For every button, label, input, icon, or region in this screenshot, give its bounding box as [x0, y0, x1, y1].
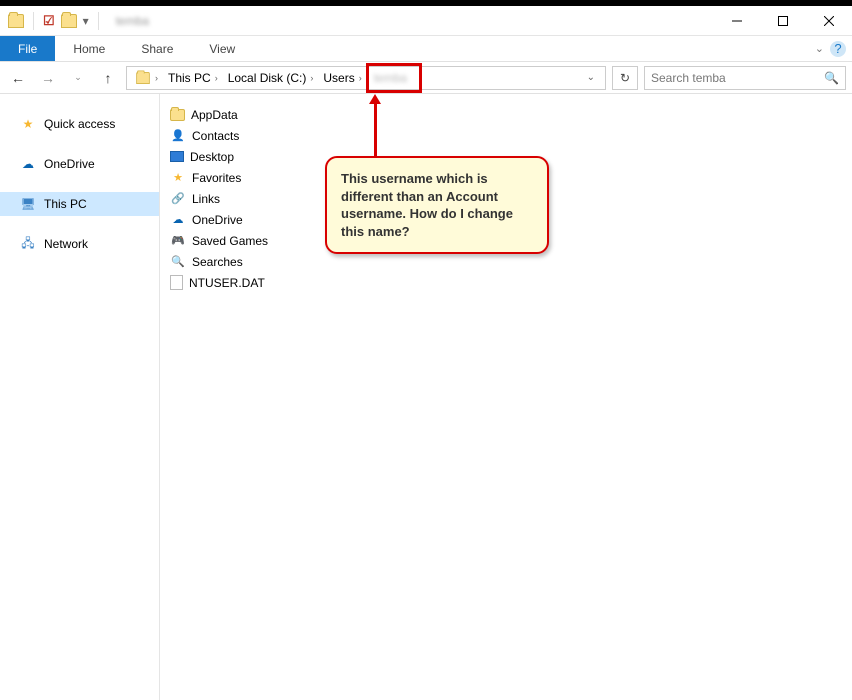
window-controls — [714, 6, 852, 36]
qat-dropdown-icon[interactable]: ▾ — [83, 14, 89, 28]
sidebar-item-label: Quick access — [44, 117, 115, 131]
sidebar-item-label: This PC — [44, 197, 87, 211]
file-item[interactable]: 🔍 Searches — [166, 251, 846, 272]
app-icon — [8, 14, 24, 28]
address-bar[interactable]: › This PC› Local Disk (C:)› Users› temba… — [126, 66, 606, 90]
file-name: AppData — [191, 108, 238, 122]
contacts-icon: 👤 — [170, 128, 186, 144]
sidebar-item-onedrive[interactable]: ☁ OneDrive — [0, 152, 159, 176]
title-bar: ☑ ▾ temba — [0, 6, 852, 36]
star-icon: ★ — [170, 170, 186, 186]
address-seg-drive[interactable]: Local Disk (C:)› — [224, 67, 318, 89]
file-name: Favorites — [192, 171, 241, 185]
folder-icon — [170, 109, 185, 121]
file-item[interactable]: AppData — [166, 104, 846, 125]
sidebar-item-quickaccess[interactable]: ★ Quick access — [0, 112, 159, 136]
desktop-icon — [170, 151, 184, 162]
sidebar-item-thispc[interactable]: 🖥 This PC — [0, 192, 159, 216]
search-input[interactable]: Search temba 🔍 — [644, 66, 846, 90]
file-name: Saved Games — [192, 234, 268, 248]
search-placeholder: Search temba — [651, 71, 726, 85]
file-name: Contacts — [192, 129, 239, 143]
file-name: Desktop — [190, 150, 234, 164]
file-item[interactable]: 👤 Contacts — [166, 125, 846, 146]
qat-separator-2 — [98, 12, 99, 30]
maximize-button[interactable] — [760, 6, 806, 36]
annotation-callout: This username which is different than an… — [325, 156, 549, 254]
address-seg-users[interactable]: Users › — [319, 67, 365, 89]
qat-separator — [33, 12, 34, 30]
sidebar-item-label: OneDrive — [44, 157, 95, 171]
annotation-text: This username which is different than an… — [341, 171, 513, 239]
help-icon[interactable]: ? — [830, 41, 846, 57]
chevron-right-icon: › — [310, 73, 313, 83]
file-name: OneDrive — [192, 213, 243, 227]
cloud-icon: ☁ — [20, 156, 36, 172]
address-seg-thispc[interactable]: This PC › — [164, 67, 222, 89]
navigation-bar: ← → ⌄ ↑ › This PC› Local Disk (C:)› User… — [0, 62, 852, 94]
address-label: Local Disk (C:) — [228, 71, 307, 85]
search-icon: 🔍 — [170, 254, 186, 270]
tab-home[interactable]: Home — [55, 36, 123, 61]
game-icon: 🎮 — [170, 233, 186, 249]
chevron-right-icon: › — [155, 73, 158, 83]
address-label: This PC — [168, 71, 211, 85]
folder-icon — [136, 72, 150, 84]
file-item[interactable]: NTUSER.DAT — [166, 272, 846, 293]
file-name: NTUSER.DAT — [189, 276, 265, 290]
file-name: Links — [192, 192, 220, 206]
ribbon-tabs: File Home Share View ⌄ ? — [0, 36, 852, 62]
address-dropdown-icon[interactable]: ⌄ — [581, 72, 601, 83]
qat-properties-icon[interactable]: ☑ — [43, 13, 55, 29]
star-icon: ★ — [20, 116, 36, 132]
recent-dropdown-icon[interactable]: ⌄ — [66, 66, 90, 90]
tab-view[interactable]: View — [191, 36, 253, 61]
chevron-right-icon: › — [359, 73, 362, 83]
cloud-icon: ☁ — [170, 212, 186, 228]
address-root[interactable]: › — [131, 67, 162, 89]
file-name: Searches — [192, 255, 243, 269]
search-icon: 🔍 — [824, 71, 839, 85]
qat-newfolder-icon[interactable] — [61, 14, 77, 28]
ribbon-right: ⌄ ? — [815, 36, 852, 61]
up-button[interactable]: ↑ — [96, 66, 120, 90]
file-icon — [170, 275, 183, 290]
tab-file[interactable]: File — [0, 36, 55, 61]
tab-share[interactable]: Share — [123, 36, 191, 61]
monitor-icon: 🖥 — [20, 196, 36, 212]
refresh-button[interactable]: ↻ — [612, 66, 638, 90]
address-label: Users — [323, 71, 354, 85]
link-icon: 🔗 — [170, 191, 186, 207]
content-pane: AppData 👤 Contacts Desktop ★ Favorites 🔗 Links ☁… — [160, 94, 852, 700]
minimize-button[interactable] — [714, 6, 760, 36]
forward-button[interactable]: → — [36, 66, 60, 90]
sidebar-item-label: Network — [44, 237, 88, 251]
body: ★ Quick access ☁ OneDrive 🖥 This PC 🖧 Ne… — [0, 94, 852, 700]
network-icon: 🖧 — [20, 236, 36, 252]
address-seg-username[interactable]: temba — [368, 71, 413, 85]
title-left-group: ☑ ▾ temba — [0, 12, 149, 30]
navigation-pane: ★ Quick access ☁ OneDrive 🖥 This PC 🖧 Ne… — [0, 94, 160, 700]
ribbon-expand-icon[interactable]: ⌄ — [815, 42, 824, 55]
close-button[interactable] — [806, 6, 852, 36]
sidebar-item-network[interactable]: 🖧 Network — [0, 232, 159, 256]
annotation-arrow — [374, 102, 377, 158]
chevron-right-icon: › — [215, 73, 218, 83]
back-button[interactable]: ← — [6, 66, 30, 90]
window-title: temba — [116, 14, 149, 28]
